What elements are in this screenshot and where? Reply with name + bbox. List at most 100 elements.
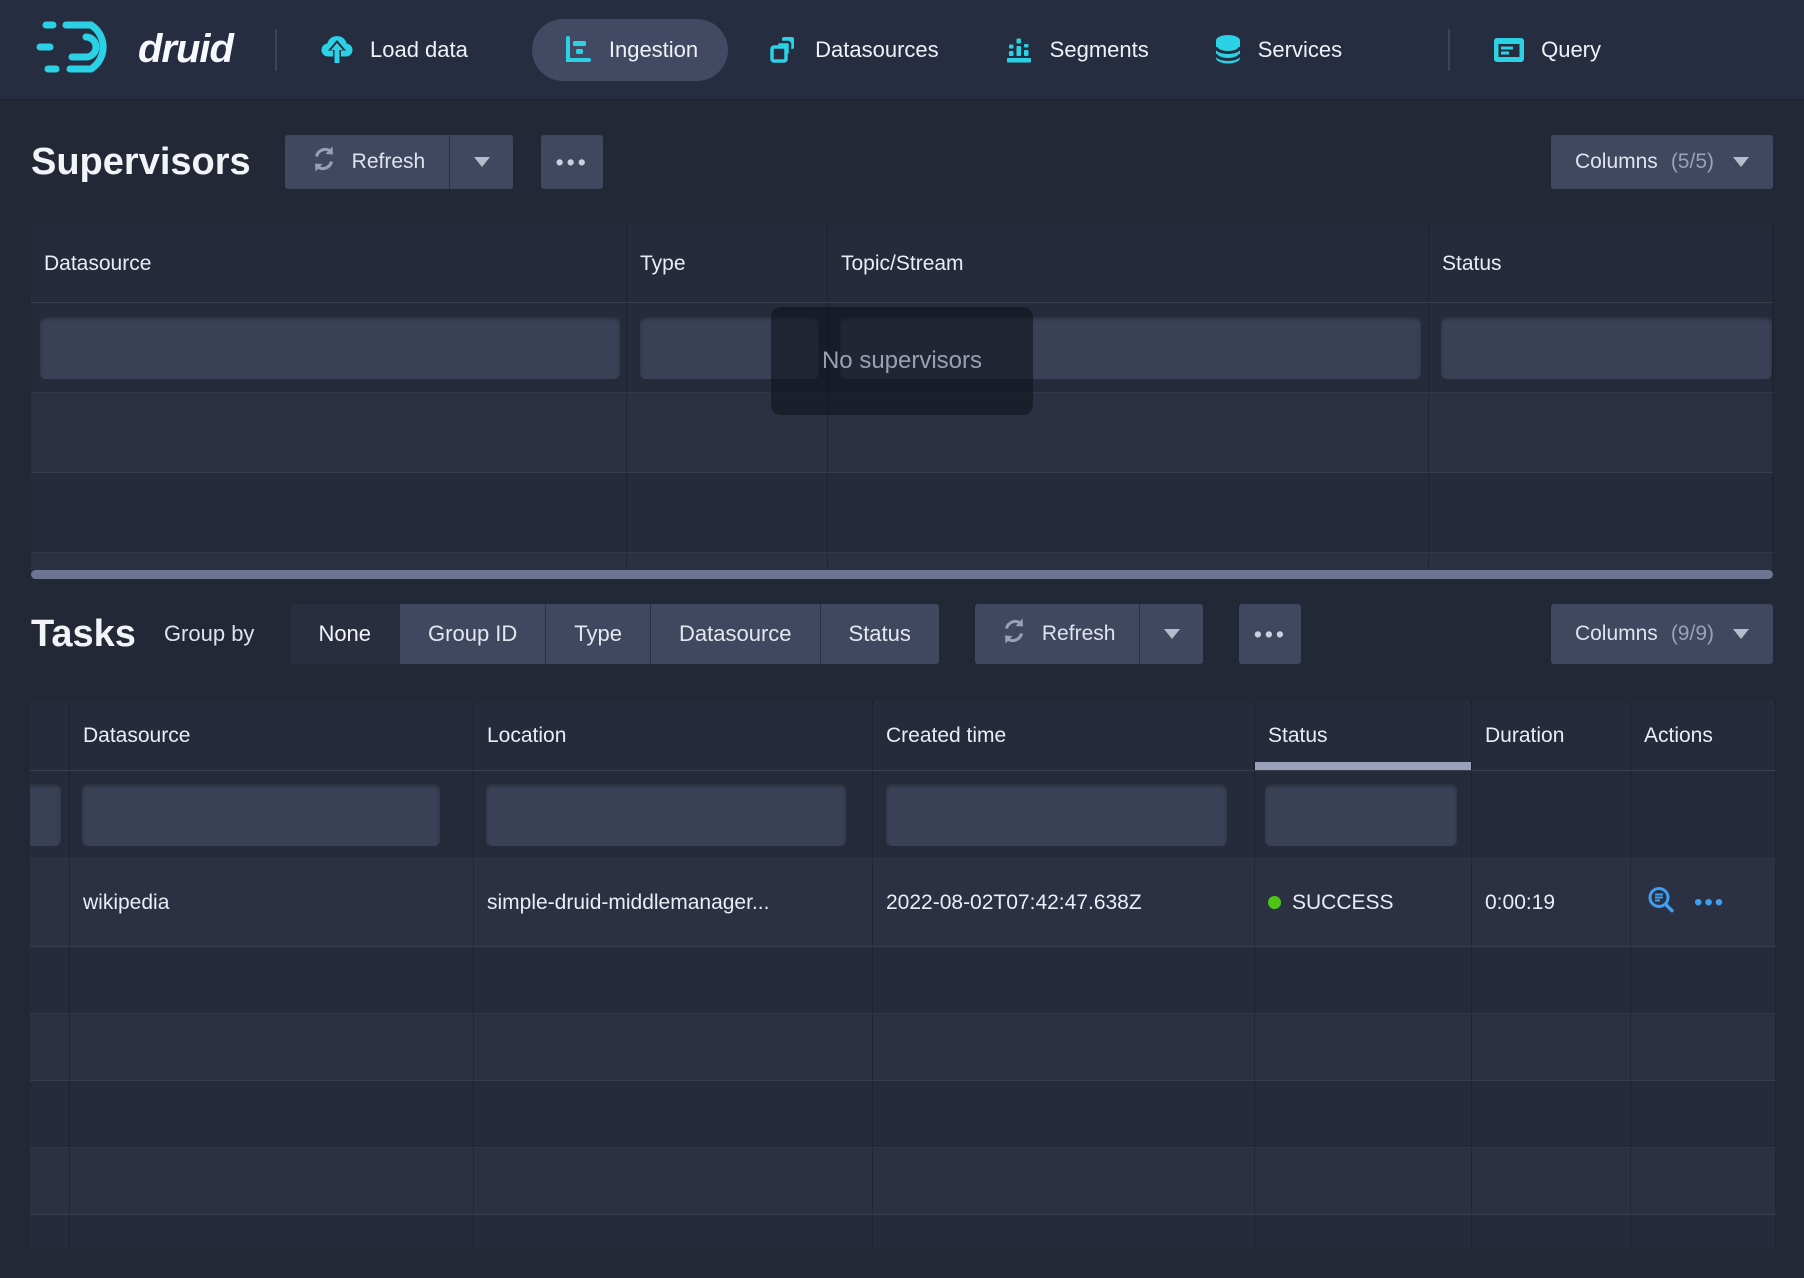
column-header-type[interactable]: Type	[627, 225, 828, 302]
nav-item-ingestion[interactable]: Ingestion	[532, 19, 728, 81]
column-header-location[interactable]: Location	[474, 701, 873, 770]
tasks-refresh-split: Refresh	[975, 604, 1204, 664]
group-by-datasource[interactable]: Datasource	[651, 604, 821, 664]
database-icon	[1213, 33, 1243, 67]
top-nav: druid Load data	[0, 0, 1804, 100]
tasks-title: Tasks	[31, 613, 136, 656]
columns-count: (9/9)	[1671, 622, 1714, 646]
more-icon: •••	[1254, 621, 1287, 648]
location-filter-input[interactable]	[486, 784, 846, 846]
nav-item-label: Ingestion	[609, 37, 698, 63]
nav-item-label: Segments	[1050, 37, 1149, 63]
supervisors-refresh-button[interactable]: Refresh	[285, 135, 450, 189]
nav-item-label: Query	[1541, 37, 1601, 63]
nav-item-query[interactable]: Query	[1492, 35, 1601, 65]
column-header-created-time[interactable]: Created time	[873, 701, 1255, 770]
tasks-header: Tasks Group by None Group ID Type Dataso…	[31, 604, 1773, 664]
success-status-dot	[1268, 896, 1281, 909]
created-time-filter-input[interactable]	[886, 784, 1227, 846]
tasks-table: Datasource Location Created time Status …	[30, 701, 1776, 1248]
supervisors-columns-button[interactable]: Columns (5/5)	[1551, 135, 1773, 189]
empty-row	[30, 1014, 1776, 1081]
refresh-icon	[309, 144, 339, 180]
supervisors-header: Supervisors Refresh	[31, 135, 1773, 189]
refresh-icon	[999, 616, 1029, 652]
supervisors-table-header-row: Datasource Type Topic/Stream Status	[31, 225, 1773, 303]
supervisors-refresh-dropdown[interactable]	[449, 135, 513, 189]
duration-cell: 0:00:19	[1472, 859, 1631, 946]
empty-message: No supervisors	[822, 347, 982, 375]
chevron-down-icon	[1733, 157, 1749, 167]
tasks-table-header-row: Datasource Location Created time Status …	[30, 701, 1776, 771]
status-badge: SUCCESS	[1292, 891, 1394, 915]
empty-row	[31, 553, 1773, 570]
chevron-down-icon	[474, 157, 490, 167]
task-actions-more-icon[interactable]: •••	[1694, 889, 1725, 917]
task-row-wikipedia: wikipedia simple-druid-middlemanager... …	[30, 859, 1776, 947]
nav-item-datasources[interactable]: Datasources	[768, 34, 939, 66]
refresh-label: Refresh	[1042, 622, 1116, 646]
datasource-filter-input[interactable]	[82, 784, 440, 846]
tasks-refresh-button[interactable]: Refresh	[975, 604, 1140, 664]
group-by-label: Group by	[164, 621, 255, 647]
druid-console: druid Load data	[0, 0, 1804, 1278]
group-by-status[interactable]: Status	[821, 604, 939, 664]
gantt-chart-icon	[562, 34, 594, 66]
chevron-down-icon	[1164, 629, 1180, 639]
druid-logo[interactable]: druid	[36, 15, 233, 84]
status-filter-input[interactable]	[1265, 784, 1457, 846]
nav-item-services[interactable]: Services	[1213, 33, 1342, 67]
task-details-magnifier-icon[interactable]	[1646, 885, 1676, 921]
tasks-filter-row	[30, 771, 1776, 859]
group-by-none[interactable]: None	[290, 604, 400, 664]
tasks-refresh-dropdown[interactable]	[1139, 604, 1203, 664]
column-header-datasource[interactable]: Datasource	[31, 225, 627, 302]
column-header-status[interactable]: Status	[1255, 701, 1472, 770]
nav-item-load-data[interactable]: Load data	[319, 33, 468, 67]
datasource-filter-input[interactable]	[40, 317, 620, 379]
column-header-spacer	[30, 701, 70, 770]
empty-row	[30, 1215, 1776, 1248]
group-by-type[interactable]: Type	[546, 604, 651, 664]
column-header-datasource[interactable]: Datasource	[70, 701, 474, 770]
supervisors-title: Supervisors	[31, 141, 251, 184]
status-filter-input[interactable]	[1441, 317, 1772, 379]
datasource-cell: wikipedia	[70, 859, 474, 946]
horizontal-scrollbar[interactable]	[31, 570, 1773, 579]
empty-row	[30, 947, 1776, 1014]
empty-row	[30, 1148, 1776, 1215]
more-icon: •••	[556, 149, 589, 176]
nav-item-label: Datasources	[815, 37, 939, 63]
empty-row	[30, 1081, 1776, 1148]
cloud-upload-icon	[319, 33, 355, 67]
empty-row	[31, 473, 1773, 553]
supervisors-table: Datasource Type Topic/Stream Status No s…	[31, 225, 1773, 570]
status-cell: SUCCESS	[1255, 859, 1472, 946]
created-time-cell: 2022-08-02T07:42:47.638Z	[873, 859, 1255, 946]
group-by-button-group: None Group ID Type Datasource Status	[290, 604, 938, 664]
group-by-group-id[interactable]: Group ID	[400, 604, 546, 664]
nav-item-label: Services	[1258, 37, 1342, 63]
stacked-chart-icon	[1003, 34, 1035, 66]
columns-label: Columns	[1575, 150, 1658, 174]
tasks-columns-button[interactable]: Columns (9/9)	[1551, 604, 1773, 664]
refresh-label: Refresh	[352, 150, 426, 174]
nav-divider	[275, 29, 277, 71]
column-header-topic-stream[interactable]: Topic/Stream	[828, 225, 1429, 302]
nav-item-segments[interactable]: Segments	[1003, 34, 1149, 66]
location-cell: simple-druid-middlemanager...	[474, 859, 873, 946]
actions-cell: •••	[1631, 859, 1776, 946]
column-header-actions[interactable]: Actions	[1631, 701, 1776, 770]
nav-divider	[1448, 29, 1450, 71]
columns-count: (5/5)	[1671, 150, 1714, 174]
no-supervisors-overlay: No supervisors	[771, 307, 1033, 415]
druid-logo-icon	[36, 15, 124, 84]
nav-item-label: Load data	[370, 37, 468, 63]
supervisors-refresh-split: Refresh	[285, 135, 514, 189]
task-id-filter-input[interactable]	[30, 784, 61, 846]
column-header-status[interactable]: Status	[1429, 225, 1773, 302]
column-header-duration[interactable]: Duration	[1472, 701, 1631, 770]
chevron-down-icon	[1733, 629, 1749, 639]
supervisors-more-button[interactable]: •••	[541, 135, 603, 189]
tasks-more-button[interactable]: •••	[1239, 604, 1301, 664]
